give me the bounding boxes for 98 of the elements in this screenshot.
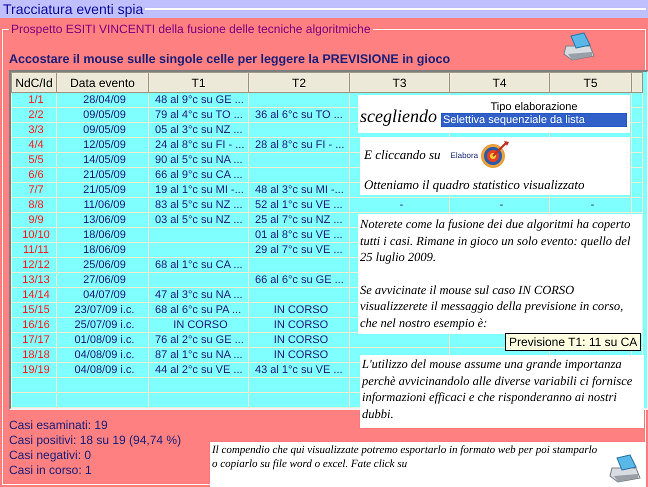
statistic-text: Casi negativi: 0 [9, 448, 92, 463]
table-cell: 24 al 8°c su FI - ... [155, 139, 244, 151]
table-cell: 68 al 6°c su PA ... [155, 304, 242, 316]
table-cell: IN CORSO [274, 334, 328, 346]
column-header[interactable]: T4 [450, 72, 550, 92]
statistic-text: Casi esaminati: 19 [9, 418, 108, 433]
statistic-text: Casi in corso: 1 [9, 463, 92, 478]
table-cell: 66 al 9°c su CA ... [155, 169, 243, 181]
table-cell: 1/1 [12, 92, 56, 108]
table-cell: 25 al 7°c su NZ ... [255, 214, 343, 226]
note-paragraph: Noterete come la fusione dei due algoritmi ha coperto tutti i casi. Rimane in gioco un solo evento: quello del 25 luglio 2009. [360, 216, 632, 266]
table-cell: 83 al 5°c su NZ ... [155, 199, 243, 211]
table-cell: 23/07/09 i.c. [56, 302, 148, 318]
table-cell: IN CORSO [274, 319, 328, 331]
table-cell: 44 al 2°c su VE ... [155, 364, 243, 376]
note-paragraph: L'utilizzo del mouse assume una grande importanza perchè avvicinandolo alle diverse variabili ci fornisce informazioni efficaci e che risponderanno ai nostri dubbi. [362, 356, 634, 422]
table-cell: 12/12 [12, 258, 56, 272]
table-cell: 48 al 9°c su GE ... [155, 94, 244, 106]
table-cell: 79 al 4°c su TO ... [155, 109, 243, 121]
table-cell: 19/19 [12, 362, 56, 378]
table-cell: 29 al 7°c su VE ... [255, 244, 343, 256]
table-cell: 14/05/09 [56, 152, 148, 168]
table-cell: 03 al 5°c su NZ ... [155, 214, 243, 226]
table-cell: 6/6 [12, 168, 56, 182]
column-header[interactable]: Data evento [56, 72, 148, 92]
table-cell: 25/06/09 [56, 258, 148, 272]
table-cell: 18/06/09 [56, 228, 148, 242]
table-cell: 52 al 1°c su VE ... [255, 199, 343, 211]
column-header[interactable]: NdC/Id [12, 72, 56, 92]
table-cell: 14/14 [12, 288, 56, 302]
table-cell: 09/05/09 [56, 122, 148, 138]
table-cell: 36 al 6°c su TO ... [255, 109, 343, 121]
table-cell: 27/06/09 [56, 272, 148, 288]
table-cell: 7/7 [12, 182, 56, 198]
table-cell: 87 al 1°c su NA ... [155, 349, 243, 361]
table-cell: 18/06/09 [56, 242, 148, 258]
note-text: scegliendo [360, 106, 437, 127]
table-cell: 04/07/09 [56, 288, 148, 302]
table-cell: 11/06/09 [56, 198, 148, 212]
field-label: Tipo elaborazione [490, 101, 578, 113]
note-paragraph: Se avvicinate il mouse sul caso IN CORSO visualizzerete il messaggio della previsione in corso, che nel nostro esempio è: [360, 282, 624, 331]
table-cell: - [400, 199, 404, 211]
table-cell: IN CORSO [173, 319, 228, 331]
table-cell: 01/08/09 i.c. [56, 332, 148, 348]
table-cell: 68 al 1°c su CA ... [155, 259, 243, 271]
table-cell: 11/11 [12, 242, 56, 258]
target-icon [480, 139, 510, 171]
table-cell: 9/9 [12, 212, 56, 228]
table-cell: 17/17 [12, 332, 56, 348]
table-cell: 12/05/09 [56, 138, 148, 152]
table-cell: 16/16 [12, 318, 56, 332]
note-text: Otteniamo il quadro statistico visualizzato [364, 177, 586, 193]
table-cell: 2/2 [12, 108, 56, 122]
column-header[interactable]: T3 [350, 72, 450, 92]
table-cell: 47 al 3°c su NA ... [155, 289, 243, 301]
table-cell: 09/05/09 [56, 108, 148, 122]
table-cell: 3/3 [12, 122, 56, 138]
heading: Accostare il mouse sulle singole celle per leggere la PREVISIONE in gioco [9, 52, 450, 68]
table-cell: 01 al 8°c su VE ... [255, 229, 343, 241]
tooltip: Previsione T1: 11 su CA [505, 333, 642, 351]
table-cell: 19 al 1°c su MI -... [155, 184, 244, 196]
elabora-button[interactable]: Elabora [450, 139, 510, 171]
note-paragraph: Il compendio che qui visualizzate potremo esportarlo in formato web per poi stamparlo o copiarlo su file word o excel. Fate click su [212, 443, 598, 471]
note-text: E cliccando su [364, 147, 441, 163]
table-cell: 28/04/09 [56, 92, 148, 108]
table-cell: 13/13 [12, 272, 56, 288]
table-cell: 25/07/09 i.c. [56, 318, 148, 332]
table-cell: 28 al 8°c su FI - ... [255, 139, 344, 151]
table-cell: 21/05/09 [56, 182, 148, 198]
table-cell: 5/5 [12, 152, 56, 168]
group-title: Prospetto ESITI VINCENTI della fusione delle tecniche algoritmiche [9, 22, 373, 36]
table-cell: 43 al 1°c su VE ... [255, 364, 343, 376]
table-cell: 48 al 3°c su MI -... [255, 184, 344, 196]
table-cell: IN CORSO [274, 304, 328, 316]
table-cell: 18/18 [12, 348, 56, 362]
table-cell: 04/08/09 i.c. [56, 362, 148, 378]
table-cell: IN CORSO [274, 349, 328, 361]
column-header[interactable]: T1 [148, 72, 248, 92]
table-cell: 04/08/09 i.c. [56, 348, 148, 362]
table-cell: 15/15 [12, 302, 56, 318]
select-field[interactable]: Selettiva sequenziale da lista [440, 113, 627, 127]
table-cell: 21/05/09 [56, 168, 148, 182]
table-cell: 90 al 5°c su NA ... [155, 154, 243, 166]
table-cell: - [590, 199, 594, 211]
printer-icon[interactable] [562, 32, 596, 62]
table-cell: 76 al 2°c su GE ... [155, 334, 244, 346]
column-header[interactable]: T5 [550, 72, 632, 92]
table-cell: 10/10 [12, 228, 56, 242]
table-cell: - [500, 199, 504, 211]
table-cell: 66 al 6°c su GE ... [255, 274, 344, 286]
table-cell: 8/8 [12, 198, 56, 212]
printer-icon[interactable] [608, 454, 642, 484]
table-cell: 13/06/09 [56, 212, 148, 228]
statistic-text: Casi positivi: 18 su 19 (94,74 %) [9, 433, 182, 448]
window-title: Tracciatura eventi spia [2, 1, 144, 17]
table-cell: 4/4 [12, 138, 56, 152]
column-header[interactable]: T2 [248, 72, 350, 92]
table-cell: 05 al 3°c su NZ ... [155, 124, 243, 136]
